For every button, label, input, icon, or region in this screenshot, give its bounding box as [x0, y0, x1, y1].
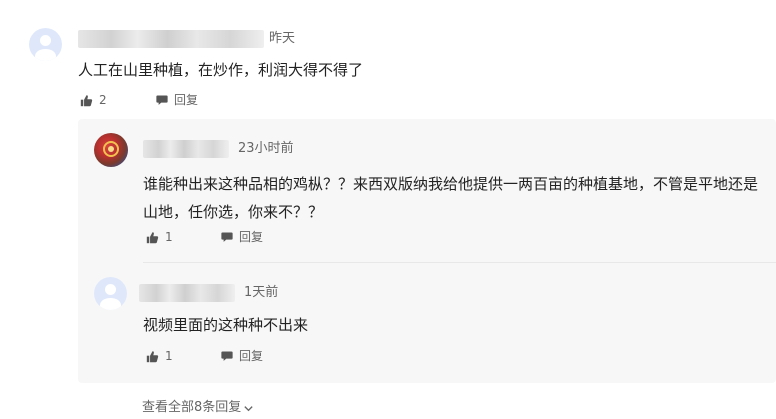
view-all-replies-button[interactable]: 查看全部8条回复 — [142, 398, 254, 418]
thumbs-up-icon — [146, 231, 159, 243]
reply-label: 回复 — [174, 93, 199, 107]
speech-bubble-icon — [156, 95, 168, 105]
like-button[interactable]: 1 — [146, 229, 173, 245]
reply-text: 谁能种出来这种品相的鸡枞？？来西双版纳我给他提供一两百亩的种植基地，不管是平地还… — [143, 175, 759, 221]
reply-text: 视频里面的这种种不出来 — [143, 316, 309, 334]
like-count: 1 — [165, 349, 173, 363]
username-blurred[interactable] — [139, 284, 235, 302]
thumbs-up-icon — [146, 350, 159, 362]
chevron-down-icon — [244, 405, 253, 411]
comment-text: 人工在山里种植，在炒作，利润大得不得了 — [78, 61, 364, 79]
reply-divider — [143, 262, 776, 263]
reply-button[interactable]: 回复 — [156, 92, 198, 108]
reply-time: 23小时前 — [238, 141, 294, 156]
reply-label: 回复 — [239, 230, 264, 244]
speech-bubble-icon — [221, 351, 233, 361]
reply-time: 1天前 — [244, 285, 279, 300]
like-button[interactable]: 1 — [146, 348, 173, 364]
avatar[interactable] — [94, 277, 127, 310]
username-blurred[interactable] — [78, 30, 264, 48]
reply-button[interactable]: 回复 — [221, 229, 263, 245]
like-button[interactable]: 2 — [80, 92, 107, 108]
avatar[interactable] — [29, 28, 62, 61]
view-all-label: 查看全部8条回复 — [142, 400, 242, 415]
reply-list — [78, 119, 776, 383]
reply-label: 回复 — [239, 349, 264, 363]
like-count: 2 — [99, 93, 107, 107]
avatar[interactable] — [94, 133, 128, 167]
reply-button[interactable]: 回复 — [221, 348, 263, 364]
like-count: 1 — [165, 230, 173, 244]
username-blurred[interactable] — [143, 140, 229, 158]
speech-bubble-icon — [221, 232, 233, 242]
comment-time: 昨天 — [269, 31, 296, 46]
thumbs-up-icon — [80, 94, 93, 106]
